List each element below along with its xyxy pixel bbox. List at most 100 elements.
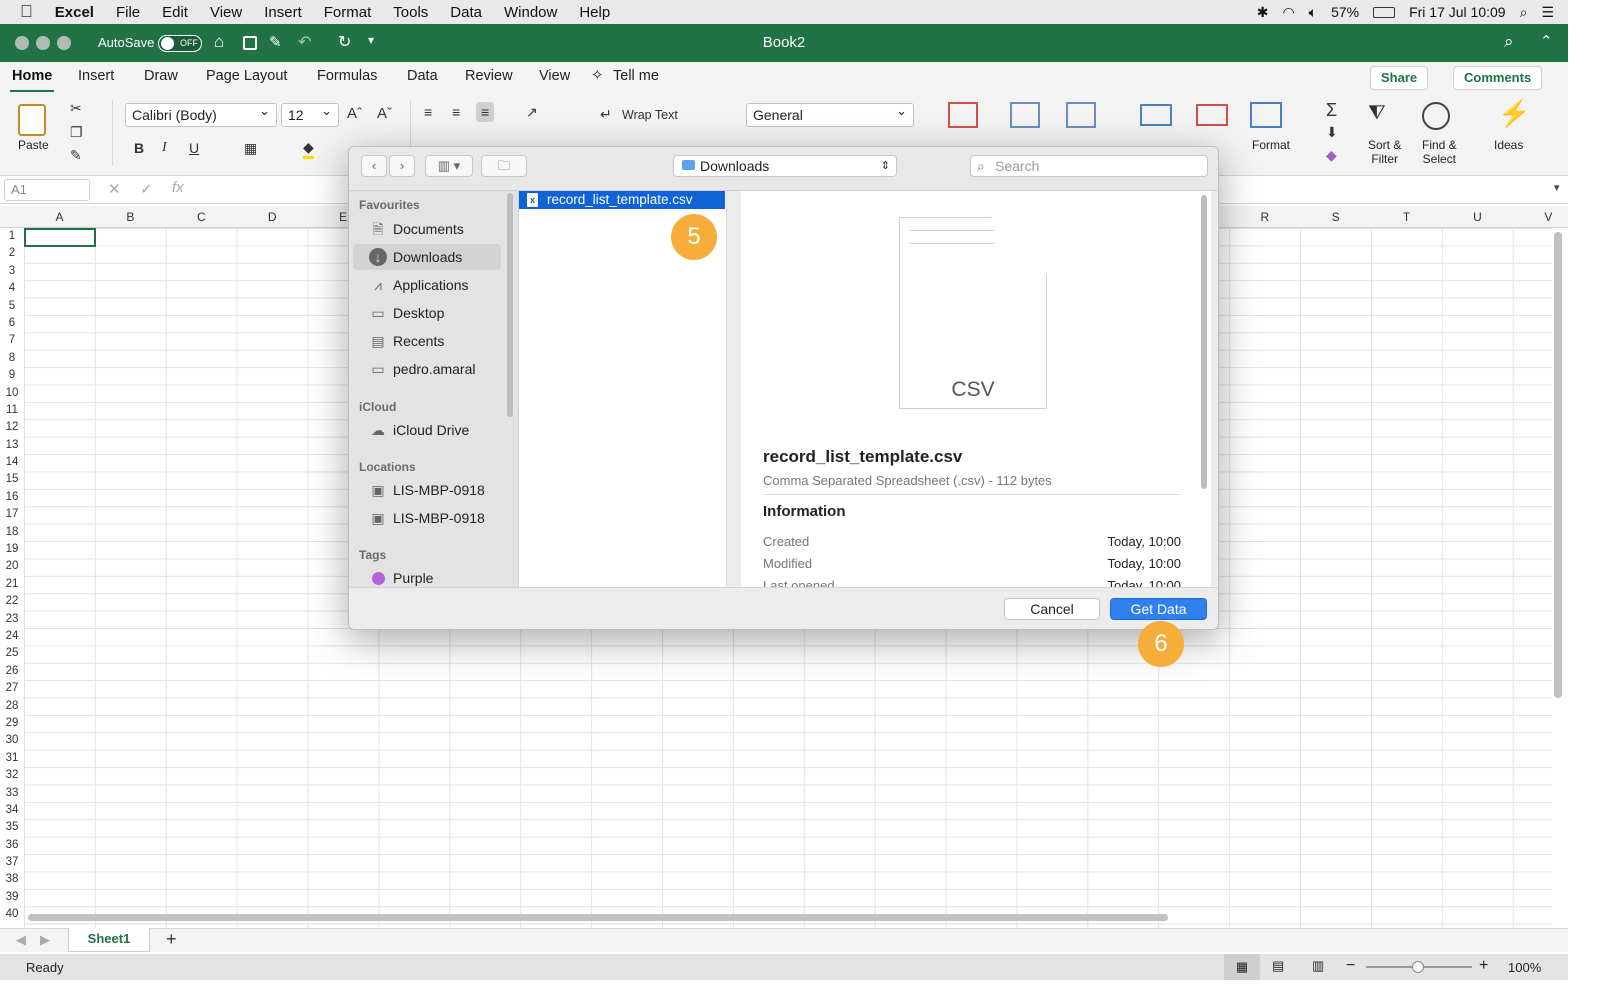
sidebar-item-recents[interactable]: ▤ Recents bbox=[353, 328, 501, 354]
format-cells-icon[interactable] bbox=[1250, 102, 1282, 128]
sidebar-item-desktop[interactable]: ▭ Desktop bbox=[353, 300, 501, 326]
view-mode-button[interactable]: ▥ ▾ bbox=[425, 155, 473, 177]
search-field[interactable]: ⌕ Search bbox=[970, 155, 1208, 177]
row-header[interactable]: 38 bbox=[0, 871, 24, 888]
sidebar-item-location-2[interactable]: ▣ LIS-MBP-0918 bbox=[353, 505, 501, 531]
row-header[interactable]: 3 bbox=[0, 263, 24, 280]
file-row-selected[interactable]: x record_list_template.csv bbox=[519, 191, 725, 209]
preview-scrollbar[interactable] bbox=[1201, 195, 1207, 489]
ideas-icon[interactable]: ⚡ bbox=[1498, 98, 1530, 129]
cancel-entry-icon[interactable]: ✕ bbox=[108, 180, 121, 198]
row-header[interactable]: 40 bbox=[0, 906, 24, 923]
font-size-dropdown[interactable]: 12 bbox=[281, 100, 339, 127]
page-break-view-icon[interactable]: ▥ bbox=[1312, 958, 1324, 974]
row-header[interactable]: 7 bbox=[0, 332, 24, 349]
format-as-table-icon[interactable] bbox=[1010, 102, 1040, 128]
sidebar-item-applications[interactable]: ⩘ Applications bbox=[353, 272, 501, 298]
prev-sheet-icon[interactable]: ◀ bbox=[16, 932, 26, 948]
cell-styles-icon[interactable] bbox=[1066, 102, 1096, 128]
row-header[interactable]: 21 bbox=[0, 576, 24, 593]
row-header[interactable]: 15 bbox=[0, 471, 24, 488]
conditional-formatting-icon[interactable] bbox=[948, 102, 978, 128]
tab-view[interactable]: View bbox=[539, 68, 570, 84]
insert-function-icon[interactable]: fx bbox=[172, 179, 184, 196]
selected-cell-a1[interactable] bbox=[24, 228, 96, 247]
row-header[interactable]: 11 bbox=[0, 402, 24, 419]
sort-filter-icon[interactable]: ⧨ bbox=[1368, 102, 1386, 125]
row-header[interactable]: 32 bbox=[0, 767, 24, 784]
row-header[interactable]: 23 bbox=[0, 611, 24, 628]
borders-icon[interactable]: ▦ bbox=[244, 140, 257, 157]
find-select-icon[interactable] bbox=[1422, 102, 1450, 130]
row-header[interactable]: 30 bbox=[0, 732, 24, 749]
column-header[interactable]: U bbox=[1442, 210, 1513, 224]
menu-help[interactable]: Help bbox=[579, 4, 610, 21]
sheet-tab-sheet1[interactable]: Sheet1 bbox=[68, 928, 150, 952]
tab-data[interactable]: Data bbox=[407, 68, 438, 84]
column-header[interactable]: T bbox=[1371, 210, 1442, 224]
find-select-label[interactable]: Find & Select bbox=[1422, 138, 1457, 166]
control-center-icon[interactable]: ☰ bbox=[1541, 4, 1554, 21]
forward-button[interactable]: › bbox=[389, 155, 415, 177]
row-header[interactable]: 39 bbox=[0, 889, 24, 906]
row-header[interactable]: 13 bbox=[0, 437, 24, 454]
page-layout-view-icon[interactable]: ▤ bbox=[1272, 958, 1284, 974]
orientation-icon[interactable]: ↗ bbox=[526, 104, 538, 121]
format-painter-icon[interactable]: ✎ bbox=[70, 147, 82, 164]
tab-formulas[interactable]: Formulas bbox=[317, 68, 377, 84]
insert-cells-icon[interactable] bbox=[1140, 104, 1172, 126]
zoom-level[interactable]: 100% bbox=[1508, 960, 1541, 975]
zoom-out-icon[interactable]: − bbox=[1346, 957, 1355, 975]
sort-filter-label[interactable]: Sort & Filter bbox=[1368, 138, 1401, 166]
ideas-label[interactable]: Ideas bbox=[1494, 138, 1523, 152]
row-header[interactable]: 6 bbox=[0, 315, 24, 332]
sidebar-scrollbar[interactable] bbox=[507, 193, 513, 417]
paste-label[interactable]: Paste bbox=[18, 138, 49, 152]
menu-data[interactable]: Data bbox=[450, 4, 482, 21]
zoom-slider-thumb[interactable] bbox=[1412, 961, 1424, 973]
row-header[interactable]: 26 bbox=[0, 663, 24, 680]
align-middle-icon[interactable]: ≡ bbox=[452, 104, 460, 120]
menu-excel[interactable]: Excel bbox=[55, 4, 94, 21]
row-header[interactable]: 14 bbox=[0, 454, 24, 471]
row-header[interactable]: 5 bbox=[0, 298, 24, 315]
sidebar-item-downloads[interactable]: ↓ Downloads bbox=[353, 244, 501, 270]
row-header[interactable]: 25 bbox=[0, 645, 24, 662]
menu-format[interactable]: Format bbox=[324, 4, 372, 21]
row-header[interactable]: 34 bbox=[0, 802, 24, 819]
align-bottom-icon[interactable]: ≡ bbox=[476, 102, 495, 122]
row-header[interactable]: 2 bbox=[0, 245, 24, 262]
row-header[interactable]: 18 bbox=[0, 524, 24, 541]
new-folder-button[interactable]: 🗀︎ bbox=[481, 155, 527, 177]
wrap-text-icon[interactable]: ↵ bbox=[600, 106, 612, 123]
row-header[interactable]: 17 bbox=[0, 506, 24, 523]
delete-cells-icon[interactable] bbox=[1196, 104, 1228, 126]
row-header[interactable]: 37 bbox=[0, 854, 24, 871]
clear-icon[interactable]: ◆ bbox=[1326, 147, 1337, 164]
paste-icon[interactable] bbox=[18, 104, 46, 136]
row-header[interactable]: 24 bbox=[0, 628, 24, 645]
tab-page-layout[interactable]: Page Layout bbox=[206, 68, 287, 84]
bluetooth-icon[interactable]: ✱ bbox=[1257, 4, 1269, 21]
column-header[interactable]: A bbox=[24, 210, 95, 224]
number-format-dropdown[interactable]: General bbox=[746, 100, 914, 127]
row-header[interactable]: 1 bbox=[0, 228, 24, 245]
menu-tools[interactable]: Tools bbox=[393, 4, 428, 21]
get-data-button[interactable]: Get Data bbox=[1110, 598, 1207, 620]
tab-review[interactable]: Review bbox=[465, 68, 513, 84]
row-header[interactable]: 33 bbox=[0, 785, 24, 802]
row-header[interactable]: 4 bbox=[0, 280, 24, 297]
apple-icon[interactable]:  bbox=[20, 2, 33, 22]
search-icon[interactable]: ⌕ bbox=[1520, 4, 1528, 21]
wrap-text-label[interactable]: Wrap Text bbox=[622, 108, 678, 122]
row-header[interactable]: 19 bbox=[0, 541, 24, 558]
normal-view-icon[interactable]: ▦ bbox=[1224, 954, 1260, 980]
expand-formula-bar-icon[interactable]: ▾ bbox=[1554, 181, 1560, 194]
menu-view[interactable]: View bbox=[210, 4, 242, 21]
next-sheet-icon[interactable]: ▶ bbox=[40, 932, 50, 948]
row-header[interactable]: 20 bbox=[0, 558, 24, 575]
cut-icon[interactable]: ✂ bbox=[70, 100, 82, 117]
increase-font-icon[interactable]: Aˆ bbox=[347, 105, 362, 122]
align-top-icon[interactable]: ≡ bbox=[424, 104, 432, 120]
row-header[interactable]: 10 bbox=[0, 385, 24, 402]
